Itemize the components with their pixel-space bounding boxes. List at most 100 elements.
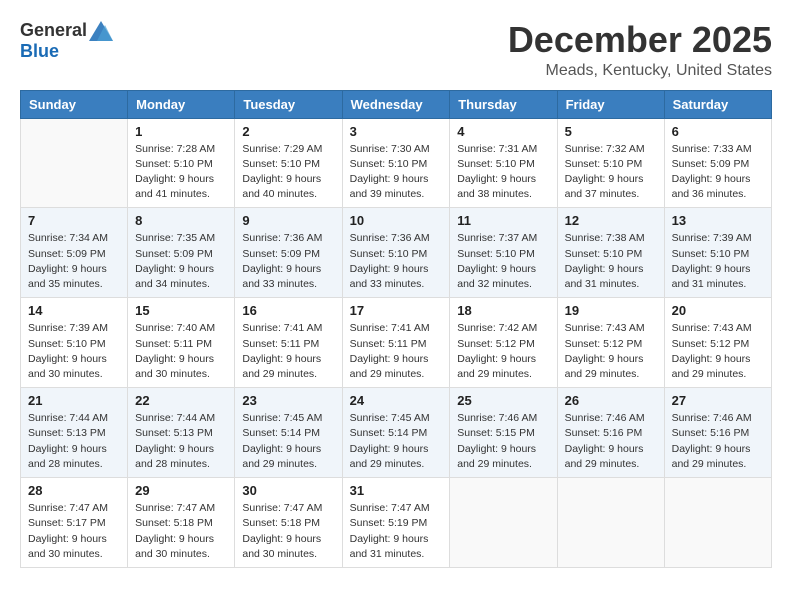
weekday-header-monday: Monday	[128, 90, 235, 118]
day-number: 13	[672, 213, 764, 228]
calendar-cell: 18 Sunrise: 7:42 AM Sunset: 5:12 PM Dayli…	[450, 298, 557, 388]
day-info: Sunrise: 7:46 AM Sunset: 5:16 PM Dayligh…	[672, 411, 764, 472]
calendar-cell: 15 Sunrise: 7:40 AM Sunset: 5:11 PM Dayli…	[128, 298, 235, 388]
calendar-cell: 30 Sunrise: 7:47 AM Sunset: 5:18 PM Dayli…	[235, 478, 342, 568]
weekday-header-wednesday: Wednesday	[342, 90, 450, 118]
day-info: Sunrise: 7:45 AM Sunset: 5:14 PM Dayligh…	[350, 411, 443, 472]
day-number: 17	[350, 303, 443, 318]
calendar-cell: 19Sunrise: 7:43 AM Sunset: 5:12 PM Dayli…	[557, 298, 664, 388]
weekday-header-friday: Friday	[557, 90, 664, 118]
day-number: 8	[135, 213, 227, 228]
day-number: 16	[242, 303, 334, 318]
calendar-cell: 14 Sunrise: 7:39 AM Sunset: 5:10 PM Dayli…	[21, 298, 128, 388]
day-number: 30	[242, 483, 334, 498]
day-info: Sunrise: 7:47 AM Sunset: 5:18 PM Dayligh…	[135, 501, 227, 562]
day-info: Sunrise: 7:39 AM Sunset: 5:10 PM Dayligh…	[672, 231, 764, 292]
calendar-cell: 2 Sunrise: 7:29 AM Sunset: 5:10 PM Daylig…	[235, 118, 342, 208]
day-info: Sunrise: 7:46 AM Sunset: 5:15 PM Dayligh…	[457, 411, 549, 472]
calendar-cell: 7Sunrise: 7:34 AM Sunset: 5:09 PM Daylig…	[21, 208, 128, 298]
calendar-week-row-3: 14 Sunrise: 7:39 AM Sunset: 5:10 PM Dayli…	[21, 298, 772, 388]
calendar-cell: 8 Sunrise: 7:35 AM Sunset: 5:09 PM Daylig…	[128, 208, 235, 298]
day-info: Sunrise: 7:43 AM Sunset: 5:12 PM Dayligh…	[672, 321, 764, 382]
day-info: Sunrise: 7:30 AM Sunset: 5:10 PM Dayligh…	[350, 142, 443, 203]
calendar-week-row-4: 21 Sunrise: 7:44 AM Sunset: 5:13 PM Dayli…	[21, 388, 772, 478]
day-info: Sunrise: 7:42 AM Sunset: 5:12 PM Dayligh…	[457, 321, 549, 382]
day-number: 7	[28, 213, 120, 228]
calendar-week-row-1: 1 Sunrise: 7:28 AM Sunset: 5:10 PM Daylig…	[21, 118, 772, 208]
day-info: Sunrise: 7:28 AM Sunset: 5:10 PM Dayligh…	[135, 142, 227, 203]
day-number: 20	[672, 303, 764, 318]
calendar-cell: 22 Sunrise: 7:44 AM Sunset: 5:13 PM Dayli…	[128, 388, 235, 478]
logo: General Blue	[20, 20, 113, 62]
day-info: Sunrise: 7:47 AM Sunset: 5:17 PM Dayligh…	[28, 501, 120, 562]
calendar-cell: 3 Sunrise: 7:30 AM Sunset: 5:10 PM Daylig…	[342, 118, 450, 208]
calendar-cell: 4Sunrise: 7:31 AM Sunset: 5:10 PM Daylig…	[450, 118, 557, 208]
day-number: 11	[457, 213, 549, 228]
calendar-cell: 1 Sunrise: 7:28 AM Sunset: 5:10 PM Daylig…	[128, 118, 235, 208]
day-info: Sunrise: 7:43 AM Sunset: 5:12 PM Dayligh…	[565, 321, 657, 382]
calendar-cell: 10Sunrise: 7:36 AM Sunset: 5:10 PM Dayli…	[342, 208, 450, 298]
calendar-cell: 11 Sunrise: 7:37 AM Sunset: 5:10 PM Dayli…	[450, 208, 557, 298]
calendar-week-row-2: 7Sunrise: 7:34 AM Sunset: 5:09 PM Daylig…	[21, 208, 772, 298]
day-number: 31	[350, 483, 443, 498]
day-info: Sunrise: 7:44 AM Sunset: 5:13 PM Dayligh…	[135, 411, 227, 472]
day-number: 6	[672, 124, 764, 139]
calendar-cell: 13 Sunrise: 7:39 AM Sunset: 5:10 PM Dayli…	[664, 208, 771, 298]
calendar-cell: 6 Sunrise: 7:33 AM Sunset: 5:09 PM Daylig…	[664, 118, 771, 208]
day-number: 29	[135, 483, 227, 498]
weekday-header-sunday: Sunday	[21, 90, 128, 118]
calendar-cell: 12Sunrise: 7:38 AM Sunset: 5:10 PM Dayli…	[557, 208, 664, 298]
title-section: December 2025 Meads, Kentucky, United St…	[508, 20, 772, 80]
day-info: Sunrise: 7:29 AM Sunset: 5:10 PM Dayligh…	[242, 142, 334, 203]
day-number: 18	[457, 303, 549, 318]
day-info: Sunrise: 7:40 AM Sunset: 5:11 PM Dayligh…	[135, 321, 227, 382]
calendar-cell	[664, 478, 771, 568]
day-number: 23	[242, 393, 334, 408]
calendar-cell: 9Sunrise: 7:36 AM Sunset: 5:09 PM Daylig…	[235, 208, 342, 298]
logo-general-text: General	[20, 20, 87, 41]
day-info: Sunrise: 7:38 AM Sunset: 5:10 PM Dayligh…	[565, 231, 657, 292]
weekday-header-thursday: Thursday	[450, 90, 557, 118]
day-number: 1	[135, 124, 227, 139]
location-text: Meads, Kentucky, United States	[508, 62, 772, 80]
calendar-cell	[450, 478, 557, 568]
day-number: 15	[135, 303, 227, 318]
day-info: Sunrise: 7:36 AM Sunset: 5:10 PM Dayligh…	[350, 231, 443, 292]
calendar-cell: 23 Sunrise: 7:45 AM Sunset: 5:14 PM Dayli…	[235, 388, 342, 478]
day-info: Sunrise: 7:47 AM Sunset: 5:18 PM Dayligh…	[242, 501, 334, 562]
day-info: Sunrise: 7:32 AM Sunset: 5:10 PM Dayligh…	[565, 142, 657, 203]
day-info: Sunrise: 7:45 AM Sunset: 5:14 PM Dayligh…	[242, 411, 334, 472]
day-info: Sunrise: 7:44 AM Sunset: 5:13 PM Dayligh…	[28, 411, 120, 472]
calendar-week-row-5: 28Sunrise: 7:47 AM Sunset: 5:17 PM Dayli…	[21, 478, 772, 568]
calendar-cell: 27 Sunrise: 7:46 AM Sunset: 5:16 PM Dayli…	[664, 388, 771, 478]
day-info: Sunrise: 7:39 AM Sunset: 5:10 PM Dayligh…	[28, 321, 120, 382]
calendar-cell: 5 Sunrise: 7:32 AM Sunset: 5:10 PM Daylig…	[557, 118, 664, 208]
day-number: 21	[28, 393, 120, 408]
day-number: 24	[350, 393, 443, 408]
calendar-cell: 26Sunrise: 7:46 AM Sunset: 5:16 PM Dayli…	[557, 388, 664, 478]
day-number: 27	[672, 393, 764, 408]
day-info: Sunrise: 7:35 AM Sunset: 5:09 PM Dayligh…	[135, 231, 227, 292]
day-number: 4	[457, 124, 549, 139]
calendar-cell: 31 Sunrise: 7:47 AM Sunset: 5:19 PM Dayli…	[342, 478, 450, 568]
weekday-header-row: SundayMondayTuesdayWednesdayThursdayFrid…	[21, 90, 772, 118]
calendar-cell: 29 Sunrise: 7:47 AM Sunset: 5:18 PM Dayli…	[128, 478, 235, 568]
day-info: Sunrise: 7:37 AM Sunset: 5:10 PM Dayligh…	[457, 231, 549, 292]
day-number: 2	[242, 124, 334, 139]
day-info: Sunrise: 7:41 AM Sunset: 5:11 PM Dayligh…	[350, 321, 443, 382]
logo-blue-text: Blue	[20, 41, 59, 62]
day-number: 5	[565, 124, 657, 139]
day-number: 3	[350, 124, 443, 139]
day-info: Sunrise: 7:33 AM Sunset: 5:09 PM Dayligh…	[672, 142, 764, 203]
day-info: Sunrise: 7:47 AM Sunset: 5:19 PM Dayligh…	[350, 501, 443, 562]
calendar-table: SundayMondayTuesdayWednesdayThursdayFrid…	[20, 90, 772, 568]
weekday-header-saturday: Saturday	[664, 90, 771, 118]
day-number: 22	[135, 393, 227, 408]
day-info: Sunrise: 7:41 AM Sunset: 5:11 PM Dayligh…	[242, 321, 334, 382]
logo-icon	[89, 21, 113, 41]
calendar-cell	[557, 478, 664, 568]
day-info: Sunrise: 7:46 AM Sunset: 5:16 PM Dayligh…	[565, 411, 657, 472]
page-header: General Blue December 2025 Meads, Kentuc…	[20, 20, 772, 80]
day-number: 25	[457, 393, 549, 408]
day-number: 14	[28, 303, 120, 318]
